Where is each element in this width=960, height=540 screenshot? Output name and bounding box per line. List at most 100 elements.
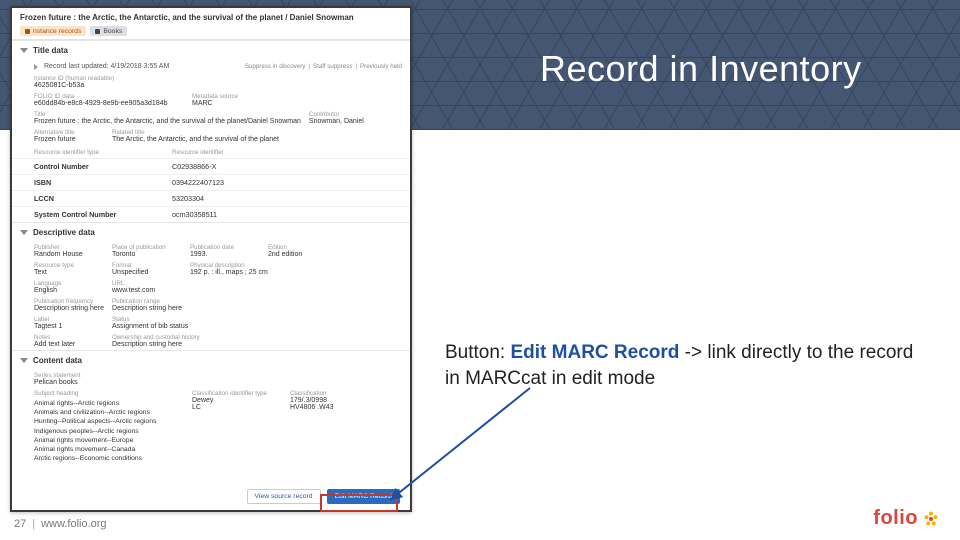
inventory-record-screenshot: Frozen future : the Arctic, the Antarcti… [10, 6, 412, 512]
identifier-value: 0394222407123 [172, 178, 402, 187]
section-label: Descriptive data [33, 228, 95, 237]
label-metadata-source: Metadata source [192, 93, 262, 100]
table-row: Control NumberC02938866-X [12, 158, 410, 174]
label-pubfreq: Publication frequency [34, 298, 104, 305]
label-edition: Edition [268, 244, 338, 251]
label-pubrange: Publication range [112, 298, 182, 305]
section-label: Title data [33, 46, 68, 55]
value-alt-title: Frozen future [34, 136, 104, 143]
table-row: ISBN 0394222407123 [12, 174, 410, 190]
value-pubdate: 1993. [190, 251, 260, 258]
subject-value: Animal rights--Arctic regions [34, 399, 176, 408]
tag-label: nstance records [33, 28, 81, 35]
tag-label: Books [103, 28, 122, 35]
value-class-type: Dewey [192, 397, 282, 404]
label-pubdate: Publication date [190, 244, 260, 251]
value-format: Unspecified [112, 269, 182, 276]
value-series: Pelican books [34, 379, 104, 386]
label-format: Format [112, 262, 182, 269]
label-status: Status [112, 316, 188, 323]
value-metadata-source: MARC [192, 100, 262, 107]
subject-value: Animals and civilization--Arctic regions [34, 408, 176, 417]
label-series: Series statement [34, 372, 104, 379]
value-label: Tagtest 1 [34, 323, 104, 330]
header-identifier-value: Resource identifier [172, 149, 402, 156]
label-related-title: Related title [112, 129, 292, 136]
value-contributor: Snowman, Daniel [309, 118, 379, 125]
highlight-edit-marc-button [320, 494, 398, 512]
identifier-type: LCCN [34, 194, 164, 203]
header-identifier-type: Resource identifier type [34, 149, 164, 156]
flower-icon [922, 510, 940, 528]
label-class-type: Classification identifier type [192, 390, 282, 397]
record-tags: nstance records Books [20, 26, 402, 36]
value-title: Frozen future : the Arctic, the Antarcti… [34, 118, 301, 125]
tag-dot-icon [25, 29, 30, 34]
label-place: Place of publication [112, 244, 182, 251]
label-label: Label [34, 316, 104, 323]
section-title-data[interactable]: Title data [12, 41, 410, 60]
caret-right-icon [34, 64, 38, 70]
identifier-type: System Control Number [34, 210, 164, 219]
label-folio-id: FOLIO ID data [34, 93, 184, 100]
value-publisher: Random House [34, 251, 104, 258]
slide-footer: 27 | www.folio.org [0, 514, 960, 534]
caret-down-icon [20, 48, 28, 53]
footer-url: www.folio.org [41, 518, 106, 530]
annotation-button-name: Edit MARC Record [511, 342, 680, 363]
label-subject: Subject heading [34, 390, 184, 397]
value-place: Toronto [112, 251, 182, 258]
label-publisher: Publisher [34, 244, 104, 251]
logo-text: folio [873, 507, 918, 530]
identifier-value: C02938866-X [172, 162, 402, 171]
value-ownership: Description string here [112, 341, 252, 348]
label-resource-type: Resource type [34, 262, 104, 269]
value-notes: Add text later [34, 341, 104, 348]
label-contributor: Contributor [309, 111, 379, 118]
value-status: Assignment of bib status [112, 323, 188, 330]
link-suppress-discovery[interactable]: Suppress in discovery [245, 63, 306, 70]
record-title: Frozen future : the Arctic, the Antarcti… [20, 13, 402, 22]
section-content-data[interactable]: Content data [12, 351, 410, 370]
row-last-updated[interactable]: Record last updated: 4/19/2018 3:55 AM S… [12, 60, 410, 73]
subject-value: Animal rights movement--Europe [34, 436, 176, 445]
annotation-prefix: Button: [445, 342, 511, 363]
value-resource-type: Text [34, 269, 104, 276]
link-previously-held[interactable]: Previously held [360, 63, 402, 70]
caret-down-icon [20, 230, 28, 235]
value-class-type: LC [192, 404, 282, 411]
record-header: Frozen future : the Arctic, the Antarcti… [12, 8, 410, 40]
subject-value: Indigenous peoples--Arctic regions [34, 427, 176, 436]
label-physdesc: Physical description [190, 262, 300, 269]
link-staff-suppress[interactable]: Staff suppress [313, 63, 352, 70]
section-descriptive-data[interactable]: Descriptive data [12, 223, 410, 242]
value-physdesc: 192 p. : ill., maps ; 25 cm [190, 269, 300, 276]
value-language: English [34, 287, 104, 294]
identifier-table-header: Resource identifier type Resource identi… [12, 145, 410, 158]
value-related-title: The Arctic, the Antarctic, and the survi… [112, 136, 292, 143]
value-pubrange: Description string here [112, 305, 182, 312]
value-url: www.test.com [112, 287, 182, 294]
value-pubfreq: Description string here [34, 305, 104, 312]
value-classification: HV4806 .W43 [290, 404, 360, 411]
subject-value: Hunting--Political aspects--Arctic regio… [34, 417, 176, 426]
view-source-record-button[interactable]: View source record [247, 489, 321, 504]
label-alt-title: Alternative title [34, 129, 104, 136]
identifier-value: 53203304 [172, 194, 402, 203]
value-folio-id: e60dd84b-e8c8-4929-8e9b-ee905a3d184b [34, 100, 184, 107]
folio-logo: folio [873, 507, 940, 530]
tag-books[interactable]: Books [90, 26, 127, 36]
subject-value: Arctic regions--Economic conditions [34, 454, 176, 463]
label-notes: Notes [34, 334, 104, 341]
value-classification: 179/.3/0998 [290, 397, 360, 404]
last-updated-text: Record last updated: 4/19/2018 3:55 AM [44, 63, 169, 70]
annotation-text: Button: Edit MARC Record -> link directl… [445, 340, 915, 391]
label-title: Title [34, 111, 301, 118]
identifier-type: ISBN [34, 178, 164, 187]
label-url: URL [112, 280, 182, 287]
page-number: 27 [14, 518, 26, 530]
label-language: Language [34, 280, 104, 287]
tag-instance-records[interactable]: nstance records [20, 26, 86, 36]
suppress-links: Suppress in discovery| Staff suppress| P… [245, 63, 402, 70]
tag-dot-icon [95, 29, 100, 34]
